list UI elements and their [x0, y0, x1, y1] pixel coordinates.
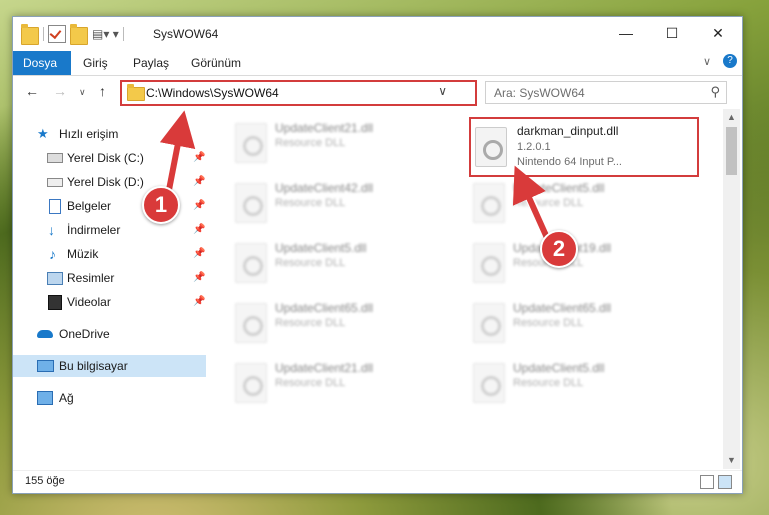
list-item[interactable]: UpdateClient42.dll Resource DLL — [229, 177, 459, 227]
sidebar-item-downloads[interactable]: ↓ İndirmeler 📌 — [13, 219, 206, 241]
download-icon: ↓ — [48, 222, 55, 238]
up-button[interactable]: ↑ — [99, 83, 106, 99]
pictures-icon — [47, 272, 63, 285]
sidebar-item-network[interactable]: Ağ — [13, 387, 206, 409]
list-item[interactable]: UpdateClient5.dll Resource DLL — [467, 177, 697, 227]
explorer-window: ▤▾ ▾ SysWOW64 — ☐ ✕ Dosya Giriş Paylaş G… — [12, 16, 743, 494]
drive-icon — [47, 178, 63, 187]
navigation-pane: ★ Hızlı erişim Yerel Disk (C:) 📌 Yerel D… — [13, 109, 206, 469]
view-buttons — [700, 475, 732, 489]
toolbar-separator — [43, 27, 44, 41]
sidebar-item-pictures[interactable]: Resimler 📌 — [13, 267, 206, 289]
sidebar-item-disk-d[interactable]: Yerel Disk (D:) 📌 — [13, 171, 206, 193]
maximize-button[interactable]: ☐ — [649, 17, 695, 49]
computer-icon — [37, 360, 54, 372]
list-item[interactable]: UpdateClient65.dll Resource DLL — [467, 297, 697, 347]
folder-icon — [21, 24, 39, 45]
status-bar: 155 öğe — [13, 470, 742, 493]
scrollbar-thumb[interactable] — [726, 127, 737, 175]
scroll-up-icon[interactable]: ▲ — [727, 112, 736, 122]
drive-icon — [47, 153, 63, 163]
dll-file-icon — [475, 127, 507, 167]
dll-file-icon — [235, 183, 267, 223]
dll-file-icon — [473, 183, 505, 223]
sidebar-item-quick-access[interactable]: ★ Hızlı erişim — [13, 123, 206, 145]
pin-icon[interactable]: 📌 — [193, 243, 205, 265]
tab-giris[interactable]: Giriş — [73, 51, 118, 75]
toolbar-separator — [122, 27, 124, 41]
dll-file-icon — [473, 243, 505, 283]
pin-icon[interactable]: 📌 — [193, 147, 205, 169]
dll-file-icon — [235, 123, 267, 163]
search-placeholder: Ara: SysWOW64 — [494, 86, 585, 100]
customize-toolbar-icon[interactable]: ▤▾ ▾ — [92, 27, 119, 41]
search-box[interactable]: Ara: SysWOW64 ⚲ — [485, 81, 727, 104]
help-icon[interactable]: ? — [723, 54, 737, 68]
dll-file-icon — [235, 303, 267, 343]
close-button[interactable]: ✕ — [695, 17, 741, 49]
dll-file-icon — [473, 303, 505, 343]
highlighted-file-darkman-dinput[interactable]: darkman_dinput.dll 1.2.0.1 Nintendo 64 I… — [469, 117, 699, 177]
list-item[interactable]: UpdateClient5.dll Resource DLL — [229, 237, 459, 287]
sidebar-item-disk-c[interactable]: Yerel Disk (C:) 📌 — [13, 147, 206, 169]
star-icon: ★ — [37, 126, 49, 141]
documents-icon — [49, 199, 61, 214]
pin-icon[interactable]: 📌 — [193, 195, 205, 217]
sidebar-item-onedrive[interactable]: OneDrive — [13, 323, 206, 345]
address-path[interactable]: C:\Windows\SysWOW64 — [146, 86, 279, 100]
pin-icon[interactable]: 📌 — [193, 267, 205, 289]
cloud-icon — [37, 330, 53, 338]
list-item[interactable]: UpdateClient5.dll Resource DLL — [467, 357, 697, 407]
dll-file-icon — [235, 363, 267, 403]
ribbon-expand-icon[interactable]: ∨ — [703, 55, 711, 68]
tiles-view-icon[interactable] — [718, 475, 732, 489]
ribbon-tabs: Dosya Giriş Paylaş Görünüm ∨ ? — [13, 51, 742, 76]
address-bar[interactable]: C:\Windows\SysWOW64 ∨ ↻ — [120, 80, 575, 106]
item-count: 155 öğe — [25, 475, 65, 487]
dll-file-icon — [473, 363, 505, 403]
video-icon — [48, 295, 62, 310]
tab-gorunum[interactable]: Görünüm — [181, 51, 251, 75]
pin-icon[interactable]: 📌 — [193, 219, 205, 241]
back-button[interactable]: ← — [25, 83, 39, 99]
title-bar: ▤▾ ▾ SysWOW64 — ☐ ✕ — [13, 17, 742, 51]
forward-button[interactable]: → — [53, 83, 67, 99]
pin-icon[interactable]: 📌 — [193, 291, 205, 313]
music-icon: ♪ — [49, 246, 56, 262]
list-item[interactable]: UpdateClient21.dll Resource DLL — [229, 117, 459, 167]
network-icon — [37, 391, 53, 405]
vertical-scrollbar[interactable]: ▲ ▼ — [723, 109, 740, 469]
navigation-bar: ← → ∨ ↑ C:\Windows\SysWOW64 ∨ ↻ Ara: Sys… — [13, 76, 742, 108]
list-item[interactable]: UpdateClient21.dll Resource DLL — [229, 357, 459, 407]
list-item[interactable]: UpdateClient65.dll Resource DLL — [229, 297, 459, 347]
list-item[interactable]: UpdateClient19.dll Resource DLL — [467, 237, 697, 287]
dll-file-icon — [235, 243, 267, 283]
search-icon[interactable]: ⚲ — [710, 84, 720, 100]
folder-icon — [127, 84, 145, 101]
callout-1: 1 — [142, 186, 180, 224]
details-view-icon[interactable] — [700, 475, 714, 489]
recent-locations-button[interactable]: ∨ — [79, 87, 86, 98]
sidebar-item-videos[interactable]: Videolar 📌 — [13, 291, 206, 313]
callout-2: 2 — [540, 230, 578, 268]
file-list: UpdateClient21.dll Resource DLL UpdateCl… — [209, 109, 723, 469]
pin-icon[interactable]: 📌 — [193, 171, 205, 193]
new-folder-icon[interactable] — [70, 24, 88, 45]
window-title: SysWOW64 — [153, 27, 219, 41]
address-dropdown-icon[interactable]: ∨ — [438, 84, 447, 98]
sidebar-item-this-pc[interactable]: Bu bilgisayar — [13, 355, 206, 377]
properties-icon[interactable] — [48, 25, 66, 43]
minimize-button[interactable]: — — [603, 17, 649, 49]
sidebar-item-music[interactable]: ♪ Müzik 📌 — [13, 243, 206, 265]
quick-access-toolbar: ▤▾ ▾ — [21, 24, 124, 45]
tab-paylas[interactable]: Paylaş — [123, 51, 179, 75]
tab-dosya[interactable]: Dosya — [13, 51, 71, 75]
scroll-down-icon[interactable]: ▼ — [727, 455, 736, 465]
